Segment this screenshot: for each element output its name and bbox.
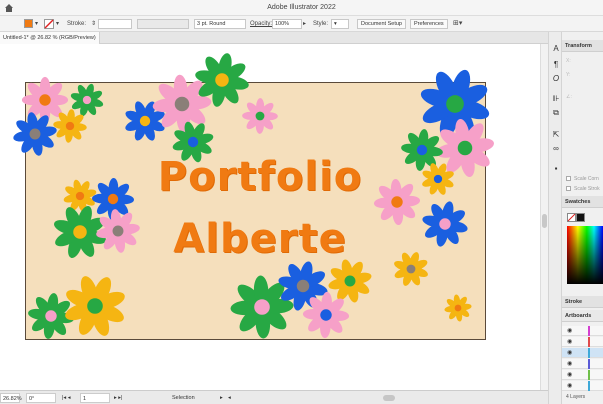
flower[interactable] [70,83,104,117]
portfolio-text[interactable]: Portfolio [150,154,370,200]
transform-panel-icon[interactable]: ⧉ [551,108,561,118]
name-text[interactable]: Alberte [150,216,370,262]
opacity-value: 100% [275,21,290,27]
flower[interactable] [95,208,140,253]
visibility-eye-icon[interactable]: ◉ [567,350,572,356]
transform-angle-field[interactable]: ∠: [566,94,572,100]
layer-row[interactable]: ◉ [562,359,603,369]
layer-color-marker [588,359,590,369]
transform-y-field[interactable]: Y: [566,72,570,78]
stroke-label: Stroke: [67,21,87,27]
layer-row[interactable]: ◉ [562,326,603,336]
layer-row[interactable]: ◉ [562,348,603,358]
layer-row[interactable]: ◉ [562,370,603,380]
scale-strokes-checkbox[interactable] [566,186,571,191]
status-bar: 26.82% 0° |◂ ◂ 1 ▸ ▸| Selection ▸ ◂ [0,390,548,404]
zoom-field[interactable]: 26.82% [0,393,22,403]
horizontal-scroll-thumb[interactable] [383,395,395,401]
brush-definition-value: 3 pt. Round [197,21,226,27]
zoom-value: 26.82% [3,396,22,402]
preferences-button[interactable]: Preferences [410,19,448,29]
visibility-eye-icon[interactable]: ◉ [567,328,572,334]
export-icon[interactable]: ⇱ [551,130,561,140]
panel-icon-strip: A ¶ O ⊪ ⧉ ⇱ ∞ ▪ [548,32,562,404]
layer-color-marker [588,370,590,380]
stroke-dropdown-icon[interactable]: ▾ [56,18,59,30]
opacity-input[interactable]: 100% [272,19,302,29]
vertical-scrollbar[interactable] [540,44,548,390]
visibility-eye-icon[interactable]: ◉ [567,372,572,378]
variable-width-profile-dropdown[interactable] [137,19,189,29]
app-title: Adobe Illustrator 2022 [267,4,336,11]
layer-row[interactable]: ◉ [562,337,603,347]
flower[interactable] [12,111,57,156]
rotation-field[interactable]: 0° [26,393,56,403]
right-panel-dock: Transform X: Y: ∠: Scale Corn Scale Stro… [562,32,603,404]
stroke-weight-stepper-icon[interactable]: ⇕ [91,18,96,30]
status-menu-icon[interactable]: ▸ [218,393,225,403]
scroll-left-icon[interactable]: ◂ [226,393,233,403]
visibility-eye-icon[interactable]: ◉ [567,383,572,389]
flower[interactable] [63,274,127,338]
character-panel-icon[interactable]: A [551,44,561,54]
align-panel-icon[interactable]: ⊪ [551,94,561,104]
flower[interactable] [421,200,468,247]
fill-dropdown-icon[interactable]: ▾ [35,18,38,30]
flower[interactable] [242,98,278,134]
first-artboard-icon[interactable]: |◂ ◂ [60,393,72,403]
title-bar: Adobe Illustrator 2022 [0,0,603,16]
home-icon[interactable] [4,3,14,13]
arrange-documents-icon[interactable]: ⊞▾ [453,18,462,30]
stroke-none-icon[interactable] [44,19,54,29]
flower[interactable] [327,258,372,303]
comments-icon[interactable]: ▪ [551,164,561,174]
transform-panel-tab[interactable]: Transform [562,40,603,52]
layer-color-marker [588,348,590,358]
canvas[interactable]: Portfolio Alberte [0,44,540,390]
links-panel-icon[interactable]: ∞ [551,144,561,154]
fill-swatch[interactable] [24,19,33,28]
color-spectrum[interactable] [567,226,603,284]
current-tool-label: Selection [172,395,195,401]
style-label: Style: [313,21,329,27]
visibility-eye-icon[interactable]: ◉ [567,339,572,345]
layer-color-marker [588,381,590,391]
scale-strokes-label: Scale Strok [574,186,600,192]
swatches-panel-tab[interactable]: Swatches [562,196,603,208]
visibility-eye-icon[interactable]: ◉ [567,361,572,367]
stroke-panel-tab[interactable]: Stroke [562,296,603,308]
next-artboard-icon[interactable]: ▸ ▸| [112,393,124,403]
layer-color-marker [588,326,590,336]
transform-x-field[interactable]: X: [566,58,571,64]
flower[interactable] [401,129,444,172]
flower[interactable] [444,294,472,322]
stroke-weight-input[interactable] [98,19,132,29]
artboards-panel-tab[interactable]: Artboards [562,310,603,322]
opacity-label[interactable]: Opacity: [250,18,272,30]
artboard-number: 1 [83,396,87,402]
opentype-panel-icon[interactable]: O [551,74,561,84]
layer-color-marker [588,337,590,347]
graphic-style-dropdown[interactable]: ▾ [331,19,349,29]
flower[interactable] [373,178,421,226]
document-tab-bar: Untitled-1* @ 26.82 % (RGB/Preview) [0,32,548,44]
document-tab-label: Untitled-1* @ 26.82 % (RGB/Preview) [3,35,96,41]
opacity-dropdown-icon[interactable]: ▸ [303,18,306,30]
artboard-navigator[interactable]: 1 [80,393,110,403]
flower[interactable] [393,251,429,287]
document-tab[interactable]: Untitled-1* @ 26.82 % (RGB/Preview) [0,32,100,44]
scale-corners-label: Scale Corn [574,176,599,182]
layer-row[interactable]: ◉ [562,381,603,391]
document-setup-button[interactable]: Document Setup [357,19,406,29]
control-bar: ▾ ▾ Stroke: ⇕ 3 pt. Round Opacity: 100% … [0,16,603,32]
fill-stroke-indicator-icon[interactable] [567,213,585,223]
scale-corners-checkbox[interactable] [566,176,571,181]
brush-definition-dropdown[interactable]: 3 pt. Round [194,19,246,29]
layers-count: 4 Layers [566,394,586,400]
vertical-scroll-thumb[interactable] [542,214,547,228]
paragraph-panel-icon[interactable]: ¶ [551,60,561,70]
rotation-value: 0° [29,396,35,402]
